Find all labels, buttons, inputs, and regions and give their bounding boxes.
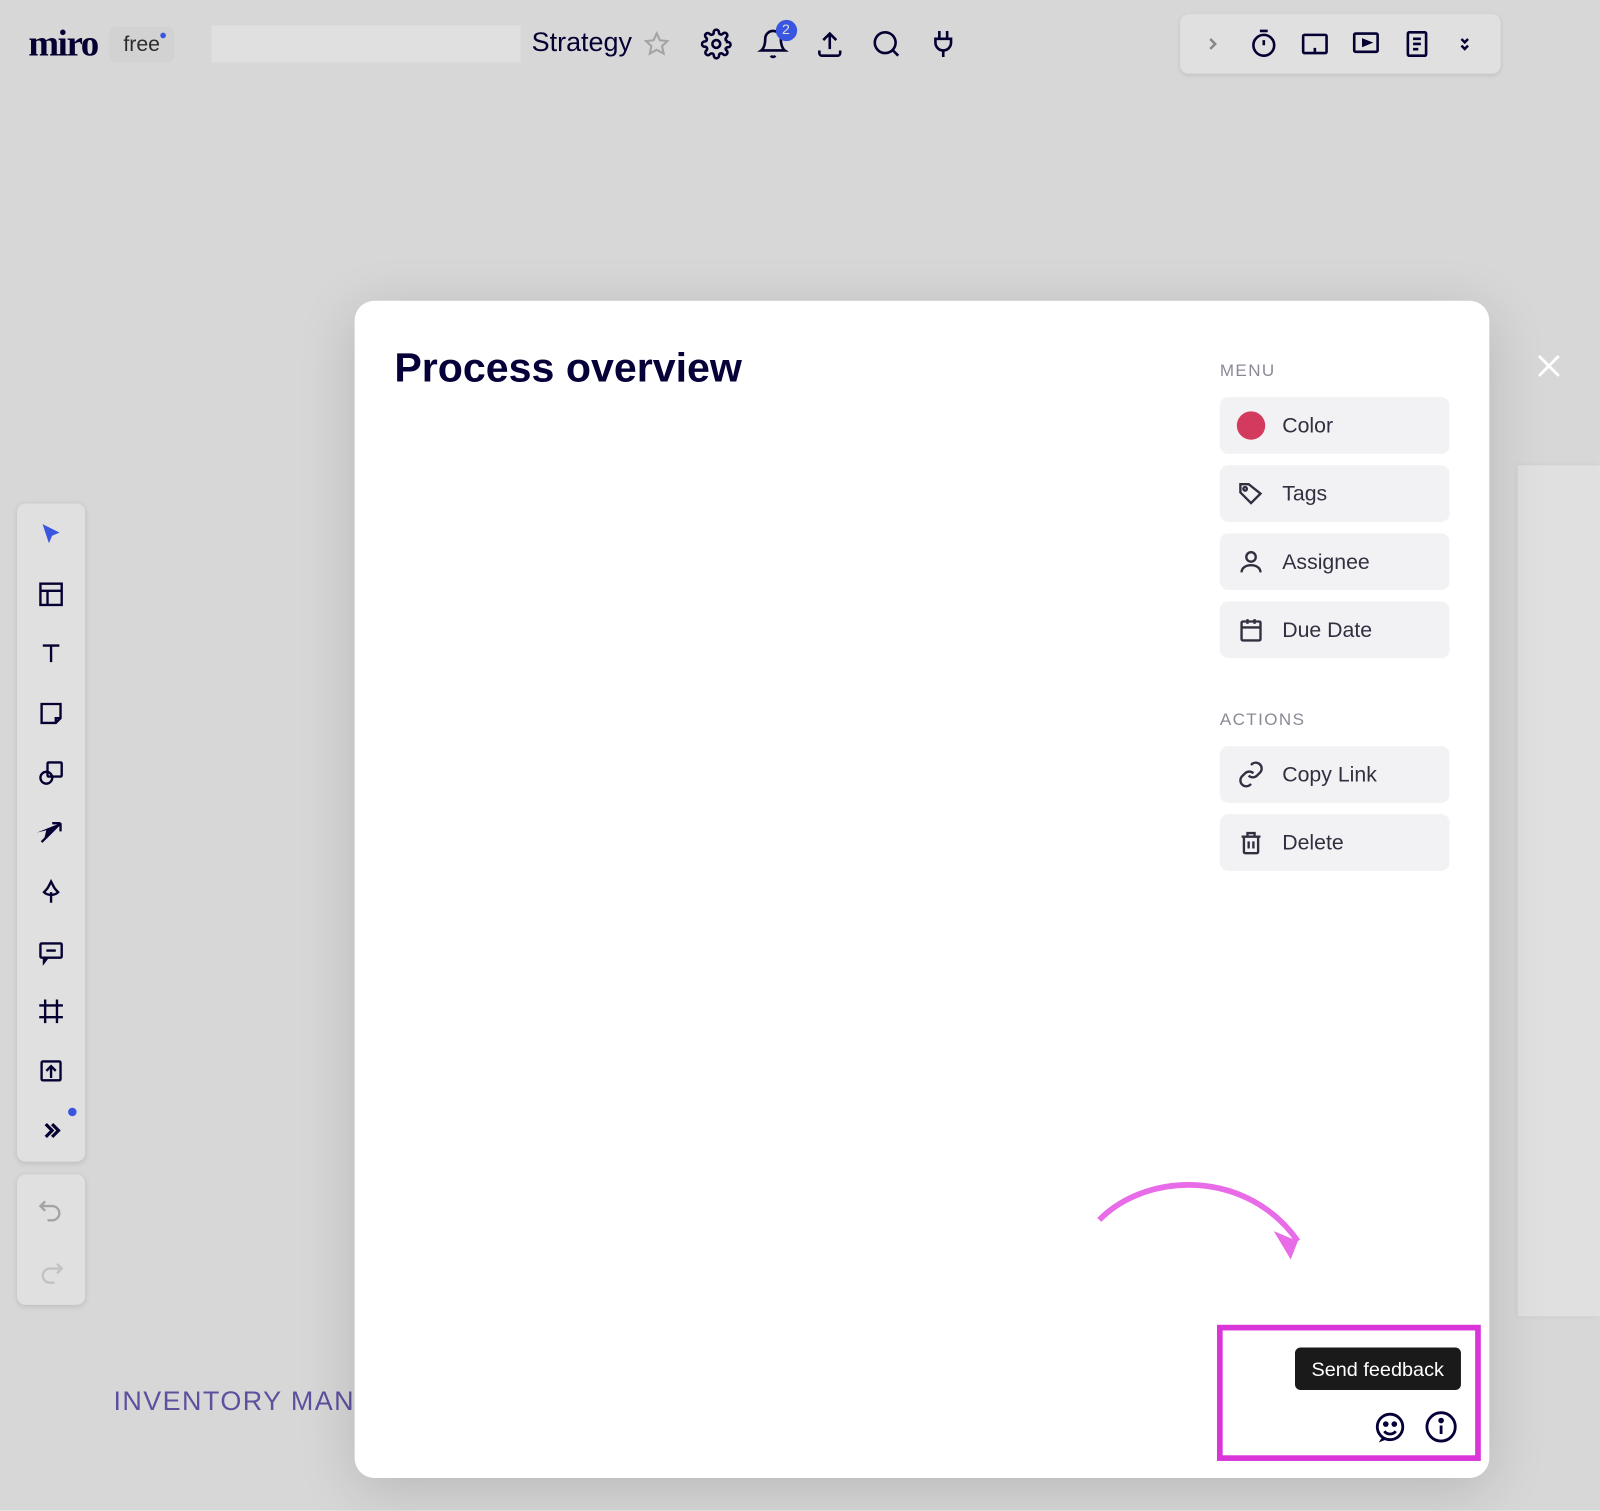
right-side-panel-peek: [1518, 465, 1600, 1316]
calendar-icon: [1237, 616, 1265, 644]
board-title[interactable]: Strategy: [211, 26, 669, 63]
actions-section-label: ACTIONS: [1220, 709, 1450, 729]
menu-list: Color Tags Assignee: [1220, 397, 1450, 658]
menu-item-label: Color: [1282, 413, 1333, 437]
upload-tool[interactable]: [34, 1054, 68, 1088]
action-delete[interactable]: Delete: [1220, 814, 1450, 871]
feedback-icon[interactable]: [1373, 1410, 1407, 1444]
select-tool[interactable]: [34, 518, 68, 552]
template-tool[interactable]: [34, 577, 68, 611]
presentation-icon[interactable]: [1350, 28, 1381, 59]
undo-button[interactable]: [34, 1191, 68, 1225]
bell-icon[interactable]: 2: [757, 28, 788, 59]
menu-item-label: Assignee: [1282, 550, 1370, 574]
top-bar-actions: 2: [700, 28, 958, 59]
action-copy-link[interactable]: Copy Link: [1220, 746, 1450, 803]
menu-item-label: Copy Link: [1282, 762, 1377, 786]
comment-tool[interactable]: [34, 935, 68, 969]
pen-tool[interactable]: [34, 875, 68, 909]
timer-icon[interactable]: [1248, 28, 1279, 59]
undo-redo-toolbar: [17, 1174, 85, 1304]
app-logo: miro: [28, 23, 97, 66]
text-tool[interactable]: [34, 637, 68, 671]
menu-color[interactable]: Color: [1220, 397, 1450, 454]
color-swatch-icon: [1237, 411, 1265, 439]
board-title-suffix: Strategy: [532, 28, 632, 59]
menu-item-label: Delete: [1282, 830, 1344, 854]
settings-icon[interactable]: [700, 28, 731, 59]
shape-tool[interactable]: [34, 756, 68, 790]
notification-badge: 2: [775, 20, 796, 41]
top-bar-right: [1180, 14, 1501, 74]
plan-badge[interactable]: free: [109, 26, 174, 61]
more-tools[interactable]: [34, 1113, 68, 1147]
chevron-down-icon[interactable]: [1452, 28, 1483, 59]
menu-item-label: Due Date: [1282, 618, 1372, 642]
card-detail-modal: Process overview MENU Color Tags: [355, 301, 1490, 1478]
feedback-highlight: Send feedback: [1217, 1325, 1481, 1461]
export-icon[interactable]: [814, 28, 845, 59]
left-toolbar: [17, 504, 85, 1162]
link-icon: [1237, 760, 1265, 788]
tag-icon: [1237, 479, 1265, 507]
feedback-tooltip: Send feedback: [1294, 1347, 1461, 1390]
menu-tags[interactable]: Tags: [1220, 465, 1450, 522]
frame-tool[interactable]: [34, 994, 68, 1028]
user-icon: [1237, 548, 1265, 576]
notes-icon[interactable]: [1401, 28, 1432, 59]
modal-sidebar: MENU Color Tags Assignee: [1220, 360, 1450, 922]
menu-due-date[interactable]: Due Date: [1220, 601, 1450, 658]
redo-button[interactable]: [34, 1254, 68, 1288]
close-button[interactable]: [1529, 346, 1569, 386]
actions-list: Copy Link Delete: [1220, 746, 1450, 871]
board-title-redacted: [211, 26, 520, 63]
chevron-right-icon[interactable]: [1197, 28, 1228, 59]
search-icon[interactable]: [870, 28, 901, 59]
trash-icon: [1237, 828, 1265, 856]
menu-section-label: MENU: [1220, 360, 1450, 380]
plug-icon[interactable]: [927, 28, 958, 59]
menu-item-label: Tags: [1282, 482, 1327, 506]
arrow-tool[interactable]: [34, 816, 68, 850]
sticky-note-tool[interactable]: [34, 696, 68, 730]
info-icon[interactable]: [1424, 1410, 1458, 1444]
frame-add-icon[interactable]: [1299, 28, 1330, 59]
star-icon[interactable]: [643, 31, 669, 57]
menu-assignee[interactable]: Assignee: [1220, 533, 1450, 590]
